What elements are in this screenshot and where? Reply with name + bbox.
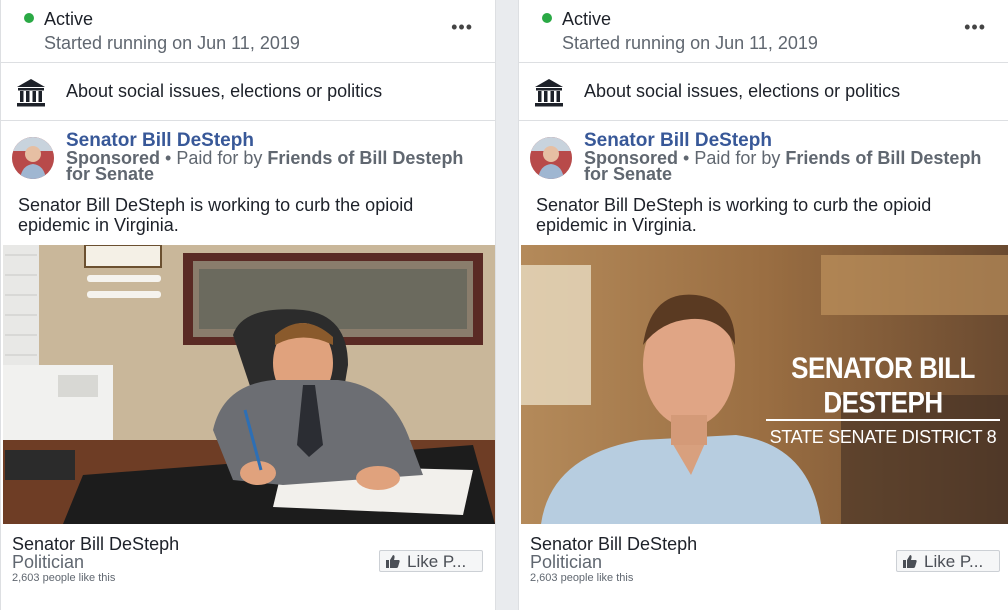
ad-status-bar: Active Started running on Jun 11, 2019 •… xyxy=(519,0,1008,63)
active-status-dot xyxy=(24,13,34,23)
like-button-label: Like P... xyxy=(924,552,984,571)
paid-for-prefix: • Paid for by xyxy=(683,148,781,168)
ad-topic-row: About social issues, elections or politi… xyxy=(519,63,1008,121)
ad-card: Active Started running on Jun 11, 2019 •… xyxy=(0,0,496,610)
like-page-button[interactable]: Like P... xyxy=(379,550,483,572)
started-running-date: Started running on Jun 11, 2019 xyxy=(562,33,818,53)
video-title: SENATOR BILL DESTEPH xyxy=(791,350,975,420)
ad-topic-row: About social issues, elections or politi… xyxy=(1,63,495,121)
avatar[interactable] xyxy=(12,137,54,179)
footer-like-count: 2,603 people like this xyxy=(530,572,634,584)
thumbs-up-icon xyxy=(903,555,917,568)
topic-label: About social issues, elections or politi… xyxy=(66,81,383,101)
footer-like-count: 2,603 people like this xyxy=(12,572,116,584)
avatar[interactable] xyxy=(530,137,572,179)
footer-category: Politician xyxy=(12,552,85,572)
ad-status-bar: Active Started running on Jun 11, 2019 •… xyxy=(1,0,495,63)
started-running-date: Started running on Jun 11, 2019 xyxy=(44,33,300,53)
sponsored-line: Sponsored • Paid for by Friends of Bill … xyxy=(584,148,984,183)
ad-image[interactable] xyxy=(3,245,495,524)
status-label: Active xyxy=(44,9,94,29)
like-page-button[interactable]: Like P... xyxy=(896,550,1000,572)
paid-for-prefix: • Paid for by xyxy=(165,148,263,168)
thumbs-up-icon xyxy=(386,555,400,568)
video-title-overlay: SENATOR BILL DESTEPH STATE SENATE DISTRI… xyxy=(766,351,1000,448)
status-label: Active xyxy=(562,9,612,29)
ad-card: Active Started running on Jun 11, 2019 •… xyxy=(518,0,1008,610)
topic-label: About social issues, elections or politi… xyxy=(584,81,901,101)
video-subtitle: STATE SENATE DISTRICT 8 xyxy=(769,427,997,447)
government-building-icon xyxy=(17,79,45,107)
more-horizontal-icon[interactable]: ••• xyxy=(451,18,473,36)
active-status-dot xyxy=(542,13,552,23)
more-horizontal-icon[interactable]: ••• xyxy=(964,18,986,36)
ad-body-text: Senator Bill DeSteph is working to curb … xyxy=(18,195,414,235)
footer-category: Politician xyxy=(530,552,603,572)
sponsored-line: Sponsored • Paid for by Friends of Bill … xyxy=(66,148,466,183)
government-building-icon xyxy=(535,79,563,107)
ad-body-text: Senator Bill DeSteph is working to curb … xyxy=(536,195,932,235)
like-button-label: Like P... xyxy=(407,552,467,571)
